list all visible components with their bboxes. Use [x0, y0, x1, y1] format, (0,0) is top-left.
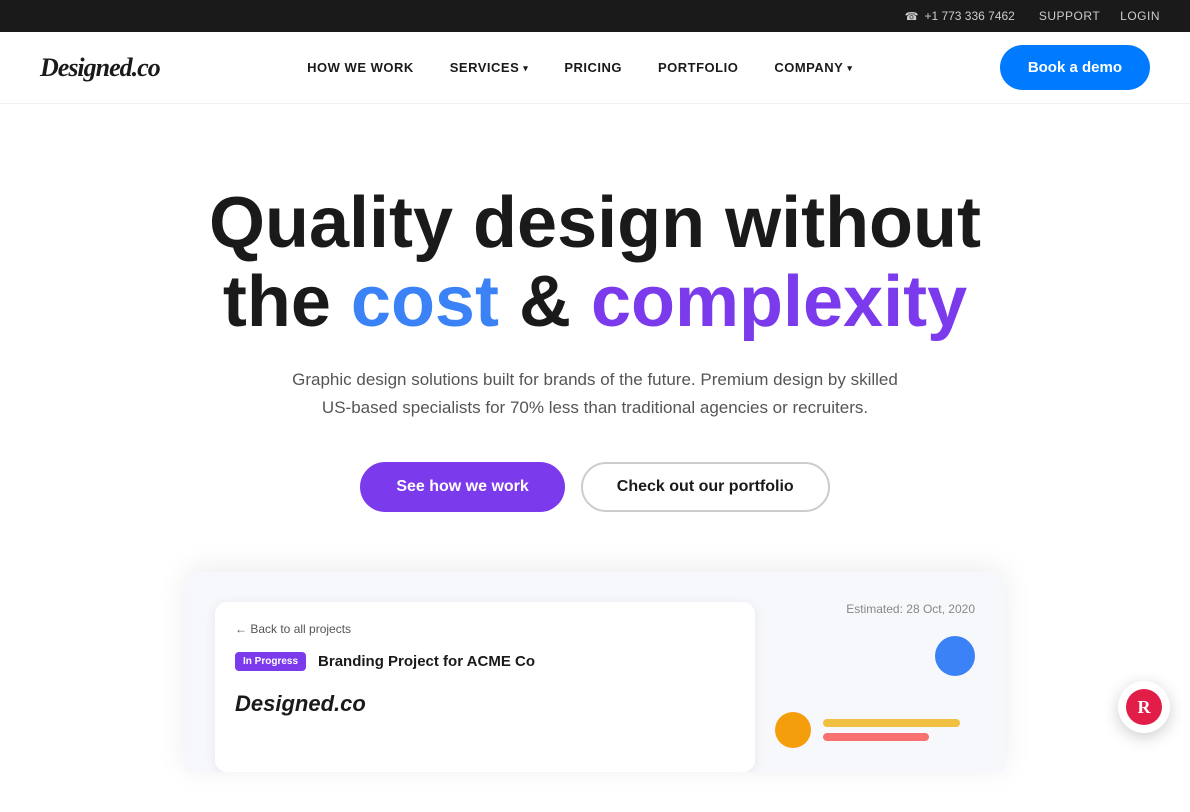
support-link[interactable]: SUPPORT: [1039, 9, 1100, 23]
login-link[interactable]: LOGIN: [1120, 9, 1160, 23]
back-to-projects-link[interactable]: ← Back to all projects: [235, 622, 735, 636]
phone-icon: ☎: [905, 10, 919, 23]
header: Designed.co HOW WE WORK SERVICES ▾ PRICI…: [0, 32, 1190, 104]
nav-how-we-work[interactable]: HOW WE WORK: [307, 60, 414, 75]
revain-widget[interactable]: R: [1118, 681, 1170, 733]
hero-section: Quality design without the cost & comple…: [145, 104, 1045, 812]
main-nav: HOW WE WORK SERVICES ▾ PRICING PORTFOLIO…: [307, 60, 852, 75]
dashboard-bottom-row: [775, 712, 975, 748]
hero-subtitle: Graphic design solutions built for brand…: [285, 366, 905, 422]
in-progress-badge: In Progress: [235, 652, 306, 671]
chevron-down-icon: ▾: [523, 63, 528, 74]
hero-buttons: See how we work Check out our portfolio: [185, 462, 1005, 512]
topbar-phone-number: +1 773 336 7462: [924, 9, 1014, 23]
progress-bars: [823, 719, 975, 741]
topbar: ☎ +1 773 336 7462 SUPPORT LOGIN: [0, 0, 1190, 32]
hero-title-line2-pre: the: [223, 262, 351, 342]
nav-services[interactable]: SERVICES ▾: [450, 60, 529, 75]
dashboard-logo-text: Designed.co: [235, 691, 366, 717]
dashboard-card-right: Estimated: 28 Oct, 2020: [775, 602, 975, 772]
hero-title: Quality design without the cost & comple…: [185, 184, 1005, 342]
progress-bar-yellow: [823, 719, 960, 727]
hero-title-mid: &: [499, 262, 591, 342]
project-row: In Progress Branding Project for ACME Co: [235, 652, 735, 671]
nav-company[interactable]: COMPANY ▾: [774, 60, 852, 75]
revain-icon: R: [1126, 689, 1162, 725]
chevron-down-icon-2: ▾: [847, 63, 852, 74]
dashboard-logo: Designed.co: [235, 691, 735, 717]
nav-pricing[interactable]: PRICING: [564, 60, 622, 75]
estimated-date: Estimated: 28 Oct, 2020: [775, 602, 975, 616]
check-portfolio-button[interactable]: Check out our portfolio: [581, 462, 830, 512]
topbar-phone: ☎ +1 773 336 7462: [905, 9, 1015, 23]
progress-bar-pink: [823, 733, 929, 741]
blue-dot-decoration: [935, 636, 975, 676]
dashboard-preview: ← Back to all projects In Progress Brand…: [185, 572, 1005, 772]
revain-r-letter: R: [1138, 697, 1151, 718]
project-title: Branding Project for ACME Co: [318, 653, 535, 670]
logo[interactable]: Designed.co: [40, 53, 160, 83]
yellow-dot-decoration: [775, 712, 811, 748]
hero-complexity-word: complexity: [591, 262, 967, 342]
hero-title-line1: Quality design without: [209, 183, 981, 263]
nav-portfolio[interactable]: PORTFOLIO: [658, 60, 738, 75]
hero-cost-word: cost: [351, 262, 499, 342]
see-how-we-work-button[interactable]: See how we work: [360, 462, 564, 512]
book-demo-button[interactable]: Book a demo: [1000, 45, 1150, 90]
dashboard-card-left: ← Back to all projects In Progress Brand…: [215, 602, 755, 772]
topbar-links: SUPPORT LOGIN: [1039, 9, 1160, 23]
